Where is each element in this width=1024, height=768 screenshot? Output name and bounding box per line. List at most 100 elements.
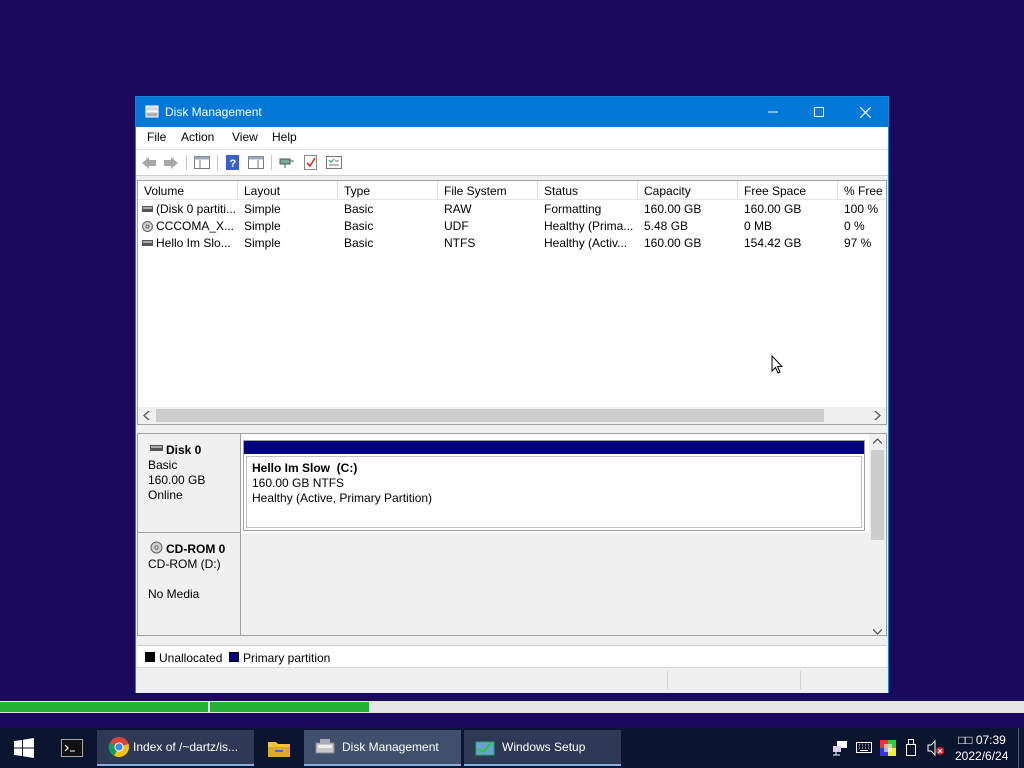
cell-volume: CCCOMA_X... <box>138 219 238 236</box>
command-prompt-icon <box>61 739 83 757</box>
taskbar-disk-management[interactable]: Disk Management <box>304 730 461 766</box>
horizontal-scroll-thumb[interactable] <box>156 409 824 422</box>
scroll-down-button[interactable] <box>869 629 886 635</box>
primary-partition-swatch <box>229 652 239 662</box>
column-header-file-system[interactable]: File System <box>438 181 538 200</box>
legend-unallocated: Unallocated <box>159 651 223 665</box>
cell-capacity: 160.00 GB <box>644 236 702 250</box>
cell-capacity: 5.48 GB <box>644 219 689 233</box>
disk-management-window: Disk Management File Action View Help ? <box>135 96 889 693</box>
menu-help[interactable]: Help <box>271 130 298 144</box>
menu-action[interactable]: Action <box>180 130 215 144</box>
connect-disk-button[interactable] <box>278 154 296 171</box>
properties-check-button[interactable] <box>302 154 320 171</box>
cell-layout: Simple <box>244 219 281 233</box>
cell-type: Basic <box>344 219 374 233</box>
partition-c-size: 160.00 GB NTFS <box>252 476 345 490</box>
keyboard-icon[interactable] <box>856 742 872 753</box>
cdrom-0-info[interactable]: CD-ROM 0 CD-ROM (D:) No Media <box>138 533 241 635</box>
hard-disk-icon <box>150 445 163 451</box>
clock-date[interactable]: 2022/6/24 <box>955 749 1008 763</box>
cell-type: Basic <box>344 236 374 250</box>
disk-0-partition-area: Hello Im Slow (C:) 160.00 GB NTFS Health… <box>241 434 869 534</box>
back-button[interactable] <box>140 154 158 171</box>
color-display-icon[interactable] <box>880 740 896 756</box>
disk-0-size: 160.00 GB <box>148 473 206 487</box>
horizontal-scrollbar[interactable] <box>138 407 886 424</box>
setup-progress-fill <box>0 702 369 712</box>
taskbar-command-prompt[interactable] <box>48 730 96 766</box>
cell-type: Basic <box>344 202 374 216</box>
status-bar <box>136 667 888 693</box>
cdrom-0-name: CD-ROM 0 <box>166 542 226 556</box>
task-label: Index of /~dartz/is... <box>133 740 239 754</box>
table-row[interactable]: CCCOMA_X... Simple Basic UDF Healthy (Pr… <box>138 219 886 236</box>
table-row[interactable]: Hello Im Slo... Simple Basic NTFS Health… <box>138 236 886 253</box>
disk-graphical-view: Disk 0 Basic 160.00 GB Online Hello Im S… <box>137 433 887 636</box>
volume-name: CCCOMA_X... <box>156 219 235 233</box>
volume-muted-icon[interactable] <box>927 740 945 756</box>
cell-volume: (Disk 0 partiti... <box>138 202 238 219</box>
vertical-scrollbar[interactable] <box>869 434 886 635</box>
column-header-layout[interactable]: Layout <box>238 181 338 200</box>
scroll-left-button[interactable] <box>138 407 155 424</box>
column-header-type[interactable]: Type <box>338 181 438 200</box>
network-icon[interactable] <box>832 740 849 756</box>
primary-partition-bar <box>244 441 864 454</box>
column-header-capacity[interactable]: Capacity <box>638 181 738 200</box>
title-bar[interactable]: Disk Management <box>136 97 888 127</box>
cell-free-space: 154.42 GB <box>744 236 802 250</box>
partition-c[interactable]: Hello Im Slow (C:) 160.00 GB NTFS Health… <box>243 440 865 531</box>
show-hide-console-tree-button[interactable] <box>193 154 211 171</box>
chevron-left-icon <box>143 411 150 420</box>
taskbar: Index of /~dartz/is... Disk Management W… <box>0 728 1024 768</box>
scroll-up-button[interactable] <box>869 434 886 448</box>
task-label: Windows Setup <box>502 740 586 754</box>
cell-percent-free: 100 % <box>844 202 879 216</box>
toolbar-separator <box>217 155 218 170</box>
help-button[interactable]: ? <box>224 154 242 171</box>
start-button[interactable] <box>0 730 48 766</box>
menu-file[interactable]: File <box>146 130 167 144</box>
back-arrow-icon <box>142 156 156 169</box>
cell-free-space: 160.00 GB <box>744 202 802 216</box>
cell-percent-free: 0 % <box>844 219 865 233</box>
vertical-scroll-thumb[interactable] <box>871 450 884 540</box>
windows-setup-icon <box>475 741 495 756</box>
taskbar-chrome[interactable]: Index of /~dartz/is... <box>97 730 254 766</box>
maximize-button[interactable] <box>796 97 842 127</box>
cell-status: Healthy (Prima... <box>544 219 634 233</box>
file-explorer-icon <box>268 742 290 757</box>
minimize-button[interactable] <box>750 97 796 127</box>
cd-drive-icon <box>142 221 153 233</box>
show-action-pane-button[interactable] <box>247 154 265 171</box>
forward-button[interactable] <box>162 154 180 171</box>
toolbar-separator <box>186 155 187 170</box>
menu-view[interactable]: View <box>231 130 259 144</box>
volume-name: (Disk 0 partiti... <box>156 202 237 216</box>
scroll-right-button[interactable] <box>869 407 886 424</box>
disk-0-name: Disk 0 <box>166 443 202 457</box>
windows-logo-icon <box>14 738 34 758</box>
column-header-status[interactable]: Status <box>538 181 638 200</box>
table-row[interactable]: (Disk 0 partiti... Simple Basic RAW Form… <box>138 202 886 219</box>
taskbar-windows-setup[interactable]: Windows Setup <box>464 730 621 766</box>
clock-time[interactable]: □□ 07:39 <box>958 733 1006 747</box>
column-header-percent-free[interactable]: % Free <box>838 181 886 200</box>
close-button[interactable] <box>842 97 888 127</box>
status-divider <box>800 671 801 689</box>
taskbar-file-explorer[interactable] <box>255 730 303 766</box>
cd-rom-icon <box>150 541 163 554</box>
column-header-free-space[interactable]: Free Space <box>738 181 838 200</box>
column-header-volume[interactable]: Volume <box>138 181 238 200</box>
cell-file-system: UDF <box>444 219 469 233</box>
menu-bar: File Action View Help <box>136 127 888 149</box>
usb-drive-icon[interactable] <box>906 739 916 756</box>
show-desktop-button[interactable] <box>1018 728 1024 768</box>
disk-management-app-icon <box>145 105 159 118</box>
disk-0-info[interactable]: Disk 0 Basic 160.00 GB Online <box>138 434 241 533</box>
properties-button[interactable] <box>325 154 343 171</box>
cell-percent-free: 97 % <box>844 236 872 250</box>
status-divider <box>667 671 668 689</box>
cdrom-0-state: No Media <box>148 587 200 601</box>
